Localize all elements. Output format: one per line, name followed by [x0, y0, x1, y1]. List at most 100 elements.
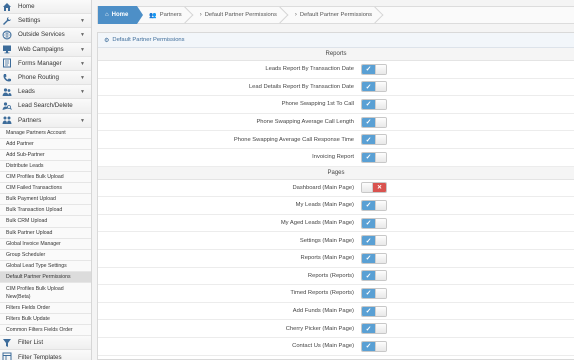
submenu-item[interactable]: Common Filters Fields Order: [0, 325, 91, 337]
permission-label: Phone Swapping Average Call Length: [256, 119, 354, 126]
submenu-item[interactable]: CIM Failed Transactions: [0, 183, 91, 195]
permission-toggle[interactable]: ✓: [361, 151, 387, 163]
check-icon: ✓: [362, 218, 375, 228]
submenu-item[interactable]: Bulk CRM Upload: [0, 216, 91, 228]
permission-toggle[interactable]: ✓: [361, 134, 387, 146]
home-icon: ⌂: [105, 11, 109, 18]
breadcrumb-home[interactable]: ⌂ Home: [98, 5, 144, 24]
form-icon: [0, 56, 14, 70]
toggle-knob: [362, 183, 373, 193]
chevron-down-icon: ▼: [80, 89, 85, 96]
submenu-item[interactable]: Bulk Partner Upload: [0, 227, 91, 239]
permission-toggle[interactable]: ✕: [361, 182, 387, 194]
check-icon: ✓: [362, 253, 375, 263]
sidebar-item-label: Lead Search/Delete: [18, 102, 73, 110]
sidebar-item-leads[interactable]: Leads ▼: [0, 85, 91, 100]
toggle-knob: [375, 99, 386, 109]
submenu-item[interactable]: Add Partner: [0, 138, 91, 150]
permission-toggle[interactable]: ✓: [361, 199, 387, 211]
submenu-item[interactable]: Bulk Transaction Upload: [0, 205, 91, 217]
sidebar-item-outside-services[interactable]: Outside Services ▼: [0, 28, 91, 43]
sidebar-item-home[interactable]: Home: [0, 0, 91, 15]
submenu-item[interactable]: Global Invoice Manager: [0, 238, 91, 250]
permission-toggle[interactable]: ✓: [361, 252, 387, 264]
breadcrumb-label: Default Partner Permissions: [299, 12, 373, 18]
sidebar-item-filter-templates[interactable]: Filter Templates: [0, 350, 91, 360]
permission-row: Phone Swapping Average Call Length ✓: [98, 113, 574, 132]
sidebar-item-web-campaigns[interactable]: Web Campaigns ▼: [0, 42, 91, 57]
submenu-item[interactable]: Global Lead Type Settings: [0, 260, 91, 272]
globe-icon: [0, 28, 14, 42]
sidebar-item-forms-manager[interactable]: Forms Manager ▼: [0, 56, 91, 71]
submenu-item[interactable]: Filters Bulk Update: [0, 314, 91, 326]
permission-toggle[interactable]: ✓: [361, 81, 387, 93]
permission-label: Leads Report By Transaction Date: [265, 66, 354, 73]
submenu-item[interactable]: Group Scheduler: [0, 249, 91, 261]
wrench-icon: [0, 14, 14, 28]
chevron-down-icon: ▼: [80, 32, 85, 39]
permission-label: My Aged Leads (Main Page): [280, 220, 354, 227]
permission-toggle[interactable]: ✓: [361, 287, 387, 299]
permission-row: Add Funds (Main Page) ✓: [98, 302, 574, 321]
check-icon: ✓: [362, 236, 375, 246]
toggle-knob: [375, 117, 386, 127]
toggle-knob: [375, 306, 386, 316]
permission-toggle[interactable]: ✓: [361, 235, 387, 247]
phone-icon: [0, 70, 14, 84]
sidebar-item-label: Settings: [18, 17, 41, 25]
submenu-item[interactable]: Default Partner Permissions: [0, 271, 91, 283]
submenu-item[interactable]: Manage Partners Account: [0, 127, 91, 139]
permission-toggle[interactable]: ✓: [361, 270, 387, 282]
template-icon: [0, 350, 14, 360]
sidebar-item-lead-search-delete[interactable]: Lead Search/Delete: [0, 99, 91, 114]
sidebar-item-phone-routing[interactable]: Phone Routing ▼: [0, 70, 91, 86]
search-user-icon: [0, 99, 14, 113]
panel-title: Default Partner Permissions: [112, 37, 185, 43]
permission-toggle[interactable]: ✓: [361, 217, 387, 229]
submenu-item[interactable]: Add Sub-Partner: [0, 149, 91, 161]
permission-label: Dashboard (Main Page): [292, 184, 354, 191]
permission-label: Phone Swapping 1st To Call: [281, 101, 354, 108]
panel-header: ⚙ Default Partner Permissions: [98, 33, 574, 48]
permission-toggle[interactable]: ✓: [361, 323, 387, 335]
toggle-knob: [375, 64, 386, 74]
breadcrumb-label: Partners: [159, 12, 182, 18]
permission-row: Timed Reports (Reports) ✓: [98, 285, 574, 303]
chevron-down-icon: ▼: [80, 46, 85, 53]
breadcrumb-partners[interactable]: 👥 Partners: [137, 6, 187, 24]
check-icon: ✓: [362, 306, 375, 316]
arrow-icon: ›: [294, 12, 297, 18]
toggle-knob: [375, 271, 386, 281]
sidebar-item-filter-list[interactable]: Filter List: [0, 336, 91, 351]
permission-toggle[interactable]: ✓: [361, 305, 387, 317]
permission-row: Leads Report By Transaction Date ✓: [98, 61, 574, 79]
check-icon: ✓: [362, 324, 375, 334]
section-header: Pages: [98, 166, 574, 180]
toggle-knob: [375, 236, 386, 246]
sidebar-item-settings[interactable]: Settings ▼: [0, 14, 91, 29]
toggle-knob: [375, 218, 386, 228]
submenu-item[interactable]: CIM Profiles Bulk Upload New(Beta): [0, 283, 91, 303]
sidebar-item-partners[interactable]: Partners ▼: [0, 113, 91, 128]
permission-toggle[interactable]: ✓: [361, 98, 387, 110]
permission-label: Reports (Reports): [307, 272, 354, 279]
chevron-down-icon: ▼: [80, 117, 85, 124]
sidebar-item-label: Filter List: [18, 339, 44, 347]
bottom-nav: Filter List Filter Templates: [0, 336, 91, 360]
toggle-knob: [375, 200, 386, 210]
submenu-item[interactable]: Bulk Payment Upload: [0, 194, 91, 206]
sidebar-item-label: Outside Services: [18, 31, 65, 39]
permission-toggle[interactable]: ✓: [361, 116, 387, 128]
permission-toggle[interactable]: ✓: [361, 63, 387, 75]
partners-icon: [0, 113, 14, 127]
submenu-item[interactable]: Distribute Leads: [0, 160, 91, 173]
permission-row: My Aged Leads (Main Page) ✓: [98, 214, 574, 233]
submenu-item[interactable]: CIM Profiles Bulk Upload: [0, 172, 91, 184]
breadcrumb-default-permissions[interactable]: › Default Partner Permissions: [188, 6, 283, 24]
section-header: Reports: [98, 48, 574, 61]
permission-label: Timed Reports (Reports): [290, 290, 354, 297]
submenu-item[interactable]: Filters Fields Order: [0, 303, 91, 315]
sidebar: Home Settings ▼ Outside Services ▼ Web Campai…: [0, 0, 92, 360]
breadcrumb-default-permissions-current: › Default Partner Permissions: [283, 6, 378, 24]
permission-toggle[interactable]: ✓: [361, 340, 387, 352]
